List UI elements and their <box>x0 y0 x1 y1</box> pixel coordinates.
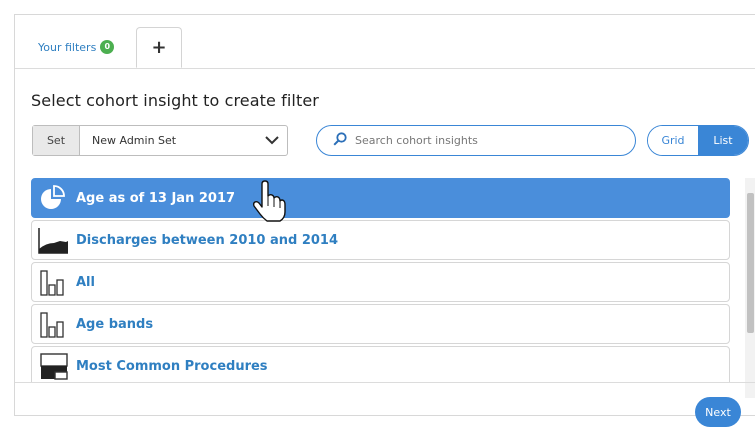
list-view-button[interactable]: List <box>698 126 748 155</box>
set-select-value: New Admin Set <box>92 134 177 147</box>
list-item-label: Most Common Procedures <box>76 358 268 374</box>
list-item[interactable]: Most Common Procedures <box>31 346 730 383</box>
bar-chart-icon <box>36 307 70 341</box>
list-item[interactable]: All <box>31 262 730 302</box>
plus-icon: + <box>151 37 167 58</box>
list-item-label: Age as of 13 Jan 2017 <box>76 190 236 206</box>
footer-divider <box>15 382 755 383</box>
grid-view-button[interactable]: Grid <box>648 126 698 155</box>
next-button[interactable]: Next <box>695 397 741 427</box>
tab-your-filters[interactable]: Your filters 0 <box>25 27 136 67</box>
set-select-label: Set <box>33 126 80 155</box>
bar-chart-icon <box>36 265 70 299</box>
insight-list: Age as of 13 Jan 2017 Discharges between… <box>31 178 731 383</box>
search-input[interactable] <box>353 133 607 148</box>
list-item[interactable]: Age as of 13 Jan 2017 <box>31 178 730 218</box>
scrollbar-thumb[interactable] <box>747 193 754 333</box>
chevron-down-icon <box>257 126 287 155</box>
pie-chart-icon <box>36 181 70 215</box>
area-chart-icon <box>36 223 70 257</box>
hand-cursor-icon <box>252 180 286 222</box>
tab-bar: Your filters 0 + <box>15 15 755 69</box>
view-toggle: Grid List <box>647 125 749 156</box>
list-item-label: All <box>76 274 95 290</box>
treemap-icon <box>36 349 70 383</box>
page-title: Select cohort insight to create filter <box>31 91 319 110</box>
filter-count-badge: 0 <box>100 40 115 54</box>
tab-your-filters-label: Your filters <box>38 40 97 54</box>
list-item-label: Age bands <box>76 316 154 332</box>
list-item[interactable]: Age bands <box>31 304 730 344</box>
set-select[interactable]: Set New Admin Set <box>32 125 288 156</box>
filter-panel: Your filters 0 + Select cohort insight t… <box>14 14 755 427</box>
list-item-label: Discharges between 2010 and 2014 <box>76 232 339 248</box>
search-icon <box>333 131 347 150</box>
search-field[interactable] <box>316 125 636 156</box>
list-item[interactable]: Discharges between 2010 and 2014 <box>31 220 730 260</box>
tab-add-filter[interactable]: + <box>136 27 182 68</box>
